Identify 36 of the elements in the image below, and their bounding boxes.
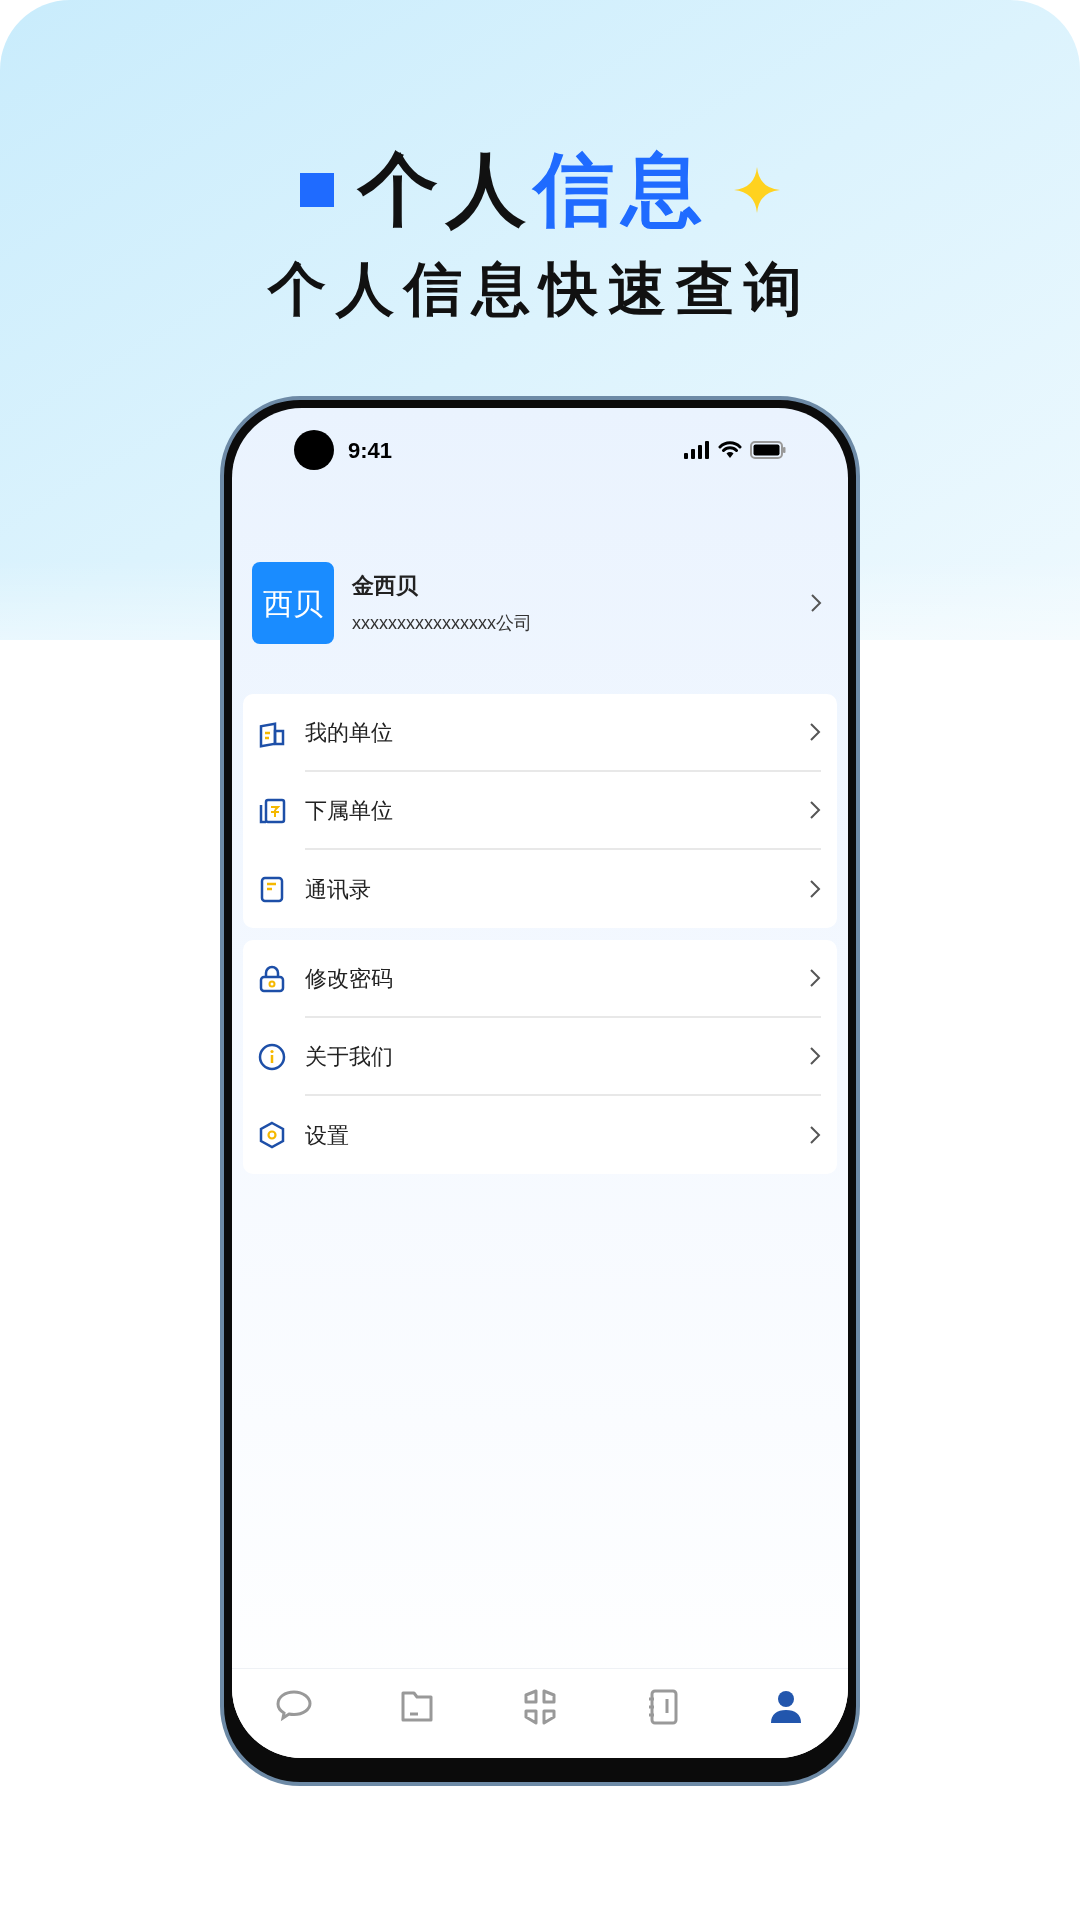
settings-icon bbox=[257, 1120, 287, 1150]
lock-icon bbox=[257, 964, 287, 994]
info-icon bbox=[257, 1042, 287, 1072]
menu-item[interactable]: 修改密码 bbox=[243, 940, 837, 1018]
sparkle-icon bbox=[734, 167, 780, 213]
chevron-right-icon bbox=[809, 1125, 821, 1145]
avatar: 西贝 bbox=[252, 562, 334, 644]
documents-icon bbox=[257, 796, 287, 826]
menu-item[interactable]: 设置 bbox=[243, 1096, 837, 1174]
menu-item[interactable]: 下属单位 bbox=[243, 772, 837, 850]
menu-label: 下属单位 bbox=[305, 796, 393, 825]
menu-item[interactable]: 通讯录 bbox=[243, 850, 837, 928]
menu-label: 关于我们 bbox=[305, 1042, 393, 1071]
profile-row[interactable]: 西贝 金西贝 xxxxxxxxxxxxxxxx公司 bbox=[232, 562, 848, 644]
chevron-right-icon bbox=[809, 722, 821, 742]
chevron-right-icon bbox=[809, 879, 821, 899]
wifi-icon bbox=[718, 441, 742, 459]
page-subtitle: 个人信息快速查询 bbox=[268, 260, 812, 318]
camera-icon bbox=[294, 430, 334, 470]
menu-label: 设置 bbox=[305, 1121, 349, 1150]
menu-item[interactable]: 我的单位 bbox=[243, 694, 837, 772]
chevron-right-icon bbox=[809, 1046, 821, 1066]
chevron-right-icon bbox=[810, 593, 822, 613]
profile-name: 金西贝 bbox=[352, 572, 419, 600]
chevron-right-icon bbox=[809, 968, 821, 988]
square-mark-icon bbox=[300, 173, 334, 207]
menu-label: 我的单位 bbox=[305, 718, 393, 747]
battery-icon bbox=[750, 441, 786, 459]
menu-item[interactable]: 关于我们 bbox=[243, 1018, 837, 1096]
menu-label: 通讯录 bbox=[305, 875, 371, 904]
signal-icon bbox=[684, 441, 710, 459]
menu-label: 修改密码 bbox=[305, 964, 393, 993]
company-name: xxxxxxxxxxxxxxxx公司 bbox=[352, 612, 532, 635]
status-time: 9:41 bbox=[348, 436, 393, 465]
chevron-right-icon bbox=[809, 800, 821, 820]
page-title: 个人信息 bbox=[358, 150, 710, 230]
